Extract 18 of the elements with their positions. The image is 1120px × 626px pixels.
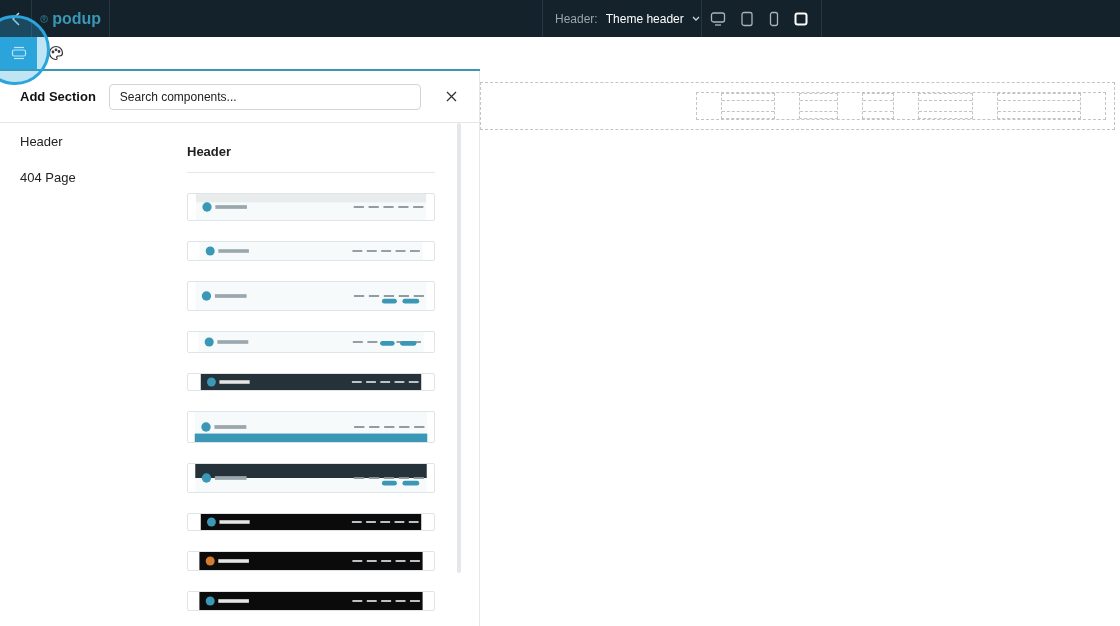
header-label: Header: — [555, 10, 598, 28]
search-field[interactable]: Search components... — [108, 83, 422, 110]
header-dropdown[interactable]: Theme header — [605, 9, 700, 28]
palette-icon — [47, 45, 64, 61]
close-icon — [446, 91, 458, 102]
chevron-down-icon — [691, 15, 700, 22]
back-icon — [10, 11, 21, 26]
phone-icon[interactable] — [768, 10, 780, 27]
panel-title: Add Section — [20, 87, 96, 106]
category-item[interactable]: 404 Page — [20, 167, 187, 187]
square-icon[interactable] — [794, 11, 808, 26]
logo-text: podup — [52, 10, 101, 27]
category-item[interactable]: Header — [20, 132, 187, 152]
tablet-icon[interactable] — [740, 10, 754, 27]
sections-icon — [10, 46, 27, 60]
desktop-icon[interactable] — [710, 10, 726, 27]
group-title: Header — [187, 142, 435, 173]
click-highlight — [0, 15, 50, 85]
